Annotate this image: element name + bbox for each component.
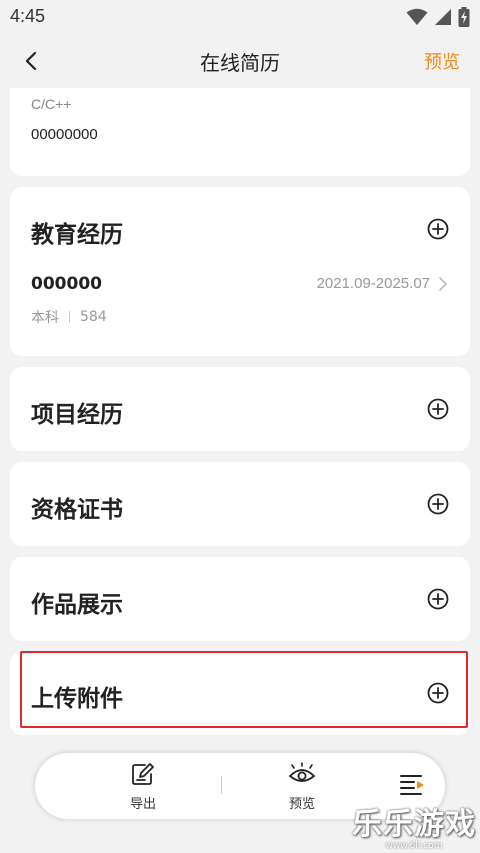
signal-icon: [435, 9, 451, 25]
education-title: 教育经历: [31, 222, 123, 248]
status-icons: [406, 7, 470, 27]
preview-button[interactable]: 预览: [282, 761, 322, 812]
page-title: 在线简历: [200, 51, 280, 75]
edit-export-icon: [132, 763, 154, 785]
works-card[interactable]: 作品展示: [10, 557, 470, 641]
skills-card: C/C++ 00000000: [10, 88, 470, 176]
battery-charging-icon: [458, 7, 470, 27]
add-project-icon[interactable]: [427, 398, 449, 420]
projects-title: 项目经历: [31, 402, 123, 428]
chevron-right-icon: [439, 277, 447, 291]
export-label: 导出: [129, 797, 156, 812]
watermark-logo: 乐乐游戏 www.6ll.com: [352, 799, 476, 851]
highlight-box: [20, 651, 468, 728]
education-card: 教育经历 000000 2021.09-2025.07 本科 584: [10, 187, 470, 356]
score-label: 584: [80, 309, 107, 325]
add-work-icon[interactable]: [427, 588, 449, 610]
certificates-card[interactable]: 资格证书: [10, 462, 470, 546]
eye-icon: [288, 762, 316, 782]
skill-label: C/C++: [31, 96, 72, 112]
preview-link[interactable]: 预览: [424, 48, 460, 74]
list-play-icon: [400, 775, 424, 795]
certificates-title: 资格证书: [31, 497, 123, 523]
add-education-icon[interactable]: [427, 218, 449, 240]
meta-divider: [69, 311, 70, 323]
education-meta: 本科 584: [31, 307, 107, 327]
status-bar: 4:45: [0, 0, 480, 34]
wifi-icon: [406, 8, 428, 25]
export-button[interactable]: 导出: [123, 761, 163, 812]
projects-card[interactable]: 项目经历: [10, 367, 470, 451]
preview-label: 预览: [288, 797, 315, 812]
status-time: 4:45: [10, 6, 46, 26]
watermark-main: 乐乐游戏: [352, 807, 476, 842]
menu-button[interactable]: [397, 773, 427, 801]
nav-bar: 在线简历 预览: [0, 34, 480, 88]
education-date-range: 2021.09-2025.07: [316, 275, 430, 292]
works-title: 作品展示: [31, 592, 123, 618]
school-name: 000000: [31, 274, 102, 294]
degree-label: 本科: [31, 310, 59, 326]
add-certificate-icon[interactable]: [427, 493, 449, 515]
skill-value: 00000000: [31, 126, 98, 143]
tab-divider: [221, 776, 222, 794]
